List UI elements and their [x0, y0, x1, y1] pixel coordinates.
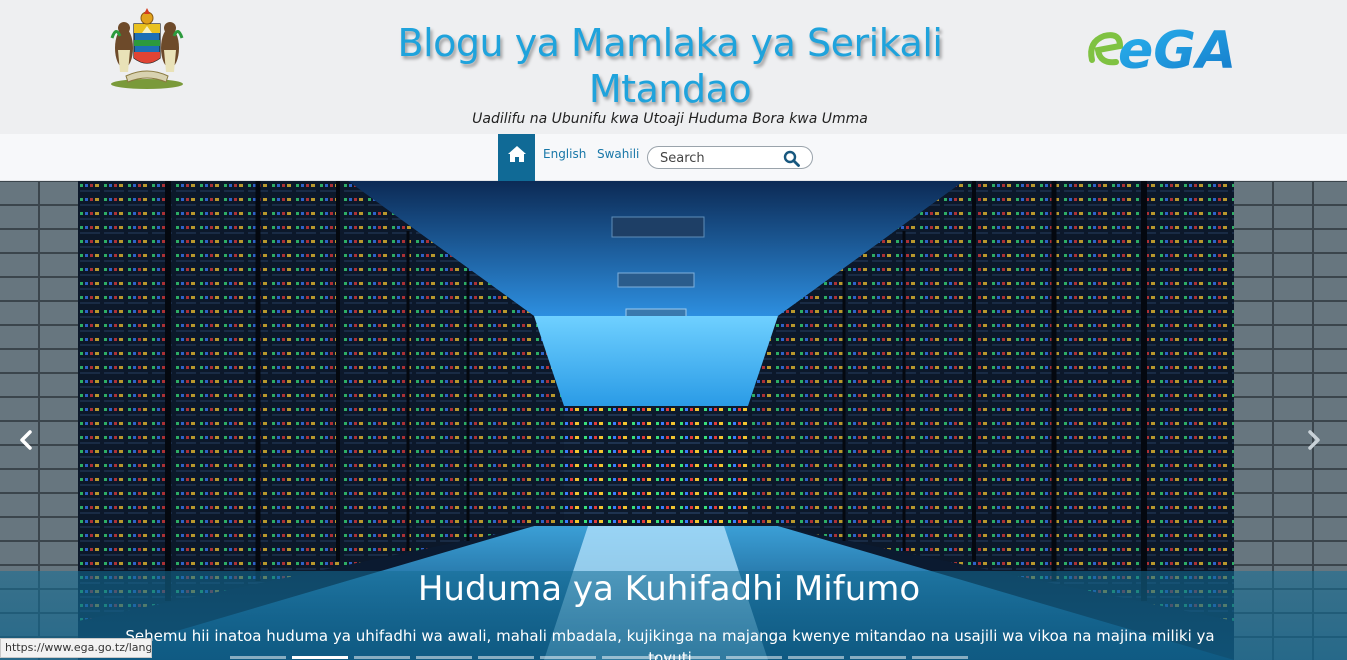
slide-indicator[interactable] — [664, 656, 720, 659]
slide-indicator[interactable] — [354, 656, 410, 659]
slide-indicator[interactable] — [478, 656, 534, 659]
slide-indicator[interactable] — [602, 656, 658, 659]
slide-indicator[interactable] — [912, 656, 968, 659]
slide-indicator[interactable] — [726, 656, 782, 659]
slide-indicator[interactable] — [850, 656, 906, 659]
coat-of-arms-logo — [110, 8, 184, 89]
slide-description: Sehemu hii inatoa huduma ya uhifadhi wa … — [125, 627, 1215, 660]
home-button[interactable] — [498, 134, 535, 181]
slide-indicator[interactable] — [416, 656, 472, 659]
svg-text:eGA: eGA — [1118, 21, 1234, 78]
top-navigation: English Swahili — [0, 134, 1347, 181]
slide-title: Huduma ya Kuhifadhi Mifumo — [417, 569, 921, 609]
slide-indicator[interactable] — [788, 656, 844, 659]
language-english-link[interactable]: English — [543, 147, 586, 161]
hero-slider: Huduma ya Kuhifadhi Mifumo Sehemu hii in… — [0, 181, 1347, 660]
search-icon[interactable] — [783, 150, 800, 167]
chevron-right-icon[interactable] — [1302, 429, 1324, 451]
site-header: Blogu ya Mamlaka ya Serikali Mtandao Uad… — [0, 0, 1347, 134]
ega-logo: eGA — [1088, 21, 1234, 78]
search-input[interactable] — [660, 149, 780, 167]
language-swahili-link[interactable]: Swahili — [597, 147, 639, 161]
site-tagline: Uadilifu na Ubunifu kwa Utoaji Huduma Bo… — [472, 111, 868, 127]
status-bar-url: https://www.ega.go.tz/langu — [0, 638, 152, 658]
slide-indicators — [230, 656, 1230, 660]
home-icon — [507, 146, 526, 162]
search-box — [647, 146, 813, 169]
chevron-left-icon[interactable] — [16, 429, 38, 451]
site-title: Blogu ya Mamlaka ya Serikali Mtandao — [397, 21, 943, 111]
slide-indicator[interactable] — [540, 656, 596, 659]
slide-indicator[interactable] — [292, 656, 348, 659]
slide-indicator[interactable] — [230, 656, 286, 659]
